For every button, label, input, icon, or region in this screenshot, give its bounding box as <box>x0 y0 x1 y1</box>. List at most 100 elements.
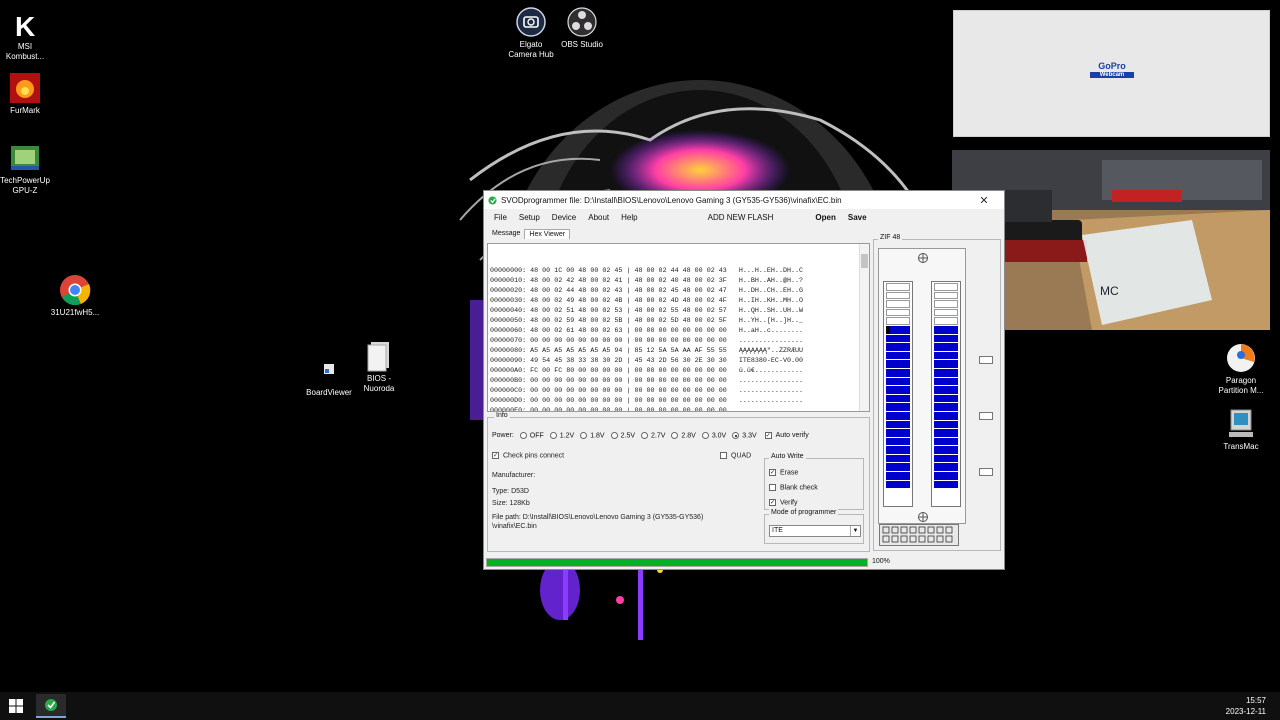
menu-bar: File Setup Device About Help ADD NEW FLA… <box>484 209 1004 226</box>
zif-pin <box>934 403 958 411</box>
desktop-icon-furmark[interactable]: FurMark <box>0 72 60 116</box>
hex-scroll-thumb[interactable] <box>861 254 868 268</box>
quad-row: QUAD <box>720 452 751 459</box>
menu-setup[interactable]: Setup <box>513 213 546 222</box>
power-radio[interactable] <box>549 432 557 439</box>
check-pins-row: ✓ Check pins connect <box>492 452 564 459</box>
progress-fill <box>487 559 867 566</box>
zif-pin <box>886 377 910 386</box>
zif-pin <box>886 325 910 334</box>
zif-right-pins <box>931 281 961 507</box>
menu-device[interactable]: Device <box>546 213 582 222</box>
info-legend: Info <box>494 412 510 419</box>
hex-row: 00000020: 48 00 02 44 48 00 02 43 | 48 0… <box>490 287 804 295</box>
hex-row: 000000E0: 00 00 00 00 00 00 00 00 | 00 0… <box>490 407 804 412</box>
verify-label: Verify <box>780 499 798 507</box>
verify-checkbox[interactable]: ✓ <box>769 499 776 506</box>
power-option-label: 3.3V <box>742 432 757 440</box>
desktop-icon-msi-kombustor[interactable]: K MSI Kombust... <box>0 8 60 62</box>
hex-scrollbar[interactable] <box>859 244 869 411</box>
zif-pin <box>886 291 910 300</box>
power-radio[interactable] <box>641 432 649 439</box>
svod-programmer-window[interactable]: SVODprogrammer file: D:\Install\BIOS\Len… <box>483 190 1005 570</box>
zif-pin <box>934 317 958 325</box>
zif-pin <box>934 394 958 403</box>
hex-row: 000000D0: 00 00 00 00 00 00 00 00 | 00 0… <box>490 397 804 405</box>
power-option-label: 2.5V <box>620 432 636 440</box>
gpu-z-icon <box>11 146 39 170</box>
power-row: Power: OFF 1.2V 1.8V 2.5V 2.7V 2.8V 3.0V 3.3V ✓… <box>492 432 809 439</box>
tab-message[interactable]: Message <box>488 229 524 239</box>
icon-label: Elgato <box>519 40 543 49</box>
lever-bottom-icon <box>918 512 928 522</box>
taskbar: 15:57 2023-12-11 <box>0 692 1280 720</box>
chevron-down-icon[interactable]: ▼ <box>850 526 860 536</box>
auto-verify-checkbox[interactable]: ✓ <box>764 432 772 440</box>
desktop-icon-chrome[interactable]: 31U21fwH5... <box>40 274 110 318</box>
menu-file[interactable]: File <box>488 213 513 222</box>
blank-check-checkbox[interactable] <box>769 484 776 491</box>
icon-label: TransMac <box>1223 442 1259 451</box>
zif-socket <box>878 248 966 524</box>
desktop-icon-bios-shortcut[interactable]: BIOS - Nuoroda <box>344 340 414 394</box>
quad-checkbox[interactable] <box>720 452 727 459</box>
desktop-icon-transmac[interactable]: TransMac <box>1206 408 1276 452</box>
zif-pin <box>934 377 958 386</box>
erase-checkbox[interactable]: ✓ <box>769 469 776 476</box>
bios-shortcut-icon <box>367 342 389 372</box>
info-group: Info Power: OFF 1.2V 1.8V 2.5V 2.7V 2.8V 3.0V 3… <box>487 412 870 552</box>
boardviewer-shortcut-icon <box>324 364 334 374</box>
open-button[interactable]: Open <box>809 213 841 222</box>
hex-viewer[interactable]: 00000000: 48 00 1C 00 48 00 02 45 | 48 0… <box>487 243 870 412</box>
check-pins-checkbox[interactable]: ✓ <box>492 452 499 459</box>
clock-time: 15:57 <box>1245 696 1266 705</box>
icon-label: Kombust... <box>5 52 45 61</box>
hex-row: 00000030: 48 00 02 49 48 00 02 4B | 48 0… <box>490 297 804 305</box>
add-new-flash-button[interactable]: ADD NEW FLASH <box>702 213 780 222</box>
transmac-icon <box>1229 409 1253 437</box>
power-option-label: 3.0V <box>711 432 727 440</box>
zif-pin <box>934 472 958 480</box>
power-radio[interactable] <box>580 432 588 439</box>
menu-about[interactable]: About <box>582 213 615 222</box>
mode-legend: Mode of programmer <box>769 509 839 516</box>
zif-pin <box>934 480 958 489</box>
zif-pin <box>934 411 958 420</box>
hex-row: 00000070: 00 00 00 00 00 00 00 00 | 00 0… <box>490 337 804 345</box>
mode-select[interactable]: ITE ▼ <box>769 525 861 537</box>
desktop-icon-paragon[interactable]: Paragon Partition M... <box>1206 342 1276 396</box>
side-slot <box>979 356 993 364</box>
desktop-icon-gpu-z[interactable]: TechPowerUp GPU-Z <box>0 142 60 196</box>
window-titlebar[interactable]: SVODprogrammer file: D:\Install\BIOS\Len… <box>484 191 1004 209</box>
hex-row: 000000A0: FC 00 FC 80 00 00 00 00 | 00 0… <box>490 367 804 375</box>
tab-hex-viewer[interactable]: Hex Viewer <box>524 229 571 239</box>
icon-label: FurMark <box>10 106 40 115</box>
save-button[interactable]: Save <box>842 213 873 222</box>
close-button[interactable]: ✕ <box>964 194 1004 207</box>
svg-text:K: K <box>15 11 35 40</box>
icon-label: 31U21fwH5... <box>50 308 100 317</box>
power-radio[interactable] <box>671 432 679 439</box>
manufacturer-text: Manufacturer: <box>492 472 536 479</box>
power-radio[interactable] <box>732 432 740 439</box>
hex-row: 00000080: A5 A5 A5 A5 A5 A5 A5 94 | 85 1… <box>490 347 804 355</box>
system-clock[interactable]: 15:57 2023-12-11 <box>1226 695 1266 717</box>
zif-pin <box>886 437 910 446</box>
power-radio[interactable] <box>610 432 618 439</box>
zif-left-pins <box>883 281 913 507</box>
power-radio[interactable] <box>519 432 527 439</box>
power-option-label: 1.2V <box>559 432 575 440</box>
side-slot <box>979 468 993 476</box>
gopro-logo-text: GoPro <box>1098 61 1126 71</box>
erase-label: Erase <box>780 469 799 477</box>
power-radio[interactable] <box>701 432 709 439</box>
zif-pin <box>934 437 958 446</box>
menu-help[interactable]: Help <box>615 213 643 222</box>
desktop-icon-obs[interactable]: OBS Studio <box>547 6 617 50</box>
taskbar-svod-button[interactable] <box>36 694 66 718</box>
windows-start-icon[interactable] <box>8 698 24 714</box>
type-text: Type: D53D <box>492 488 529 495</box>
zif-pin <box>934 351 958 360</box>
icon-label: BIOS - <box>366 374 391 383</box>
power-option-label: 2.7V <box>651 432 666 440</box>
